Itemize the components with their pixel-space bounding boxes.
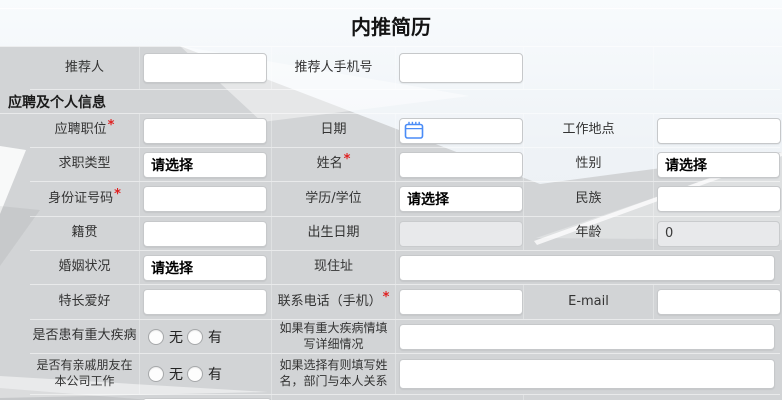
label-disease-detail: 如果有重大疾病情填写详细情况: [272, 320, 396, 353]
radio-disease-yes-label: 有: [208, 327, 222, 347]
label-current-address: 现住址: [272, 251, 396, 284]
referral-form: 推荐人 推荐人手机号: [30, 47, 780, 90]
select-gender[interactable]: 请选择: [657, 152, 780, 178]
radio-relatives-yes[interactable]: [187, 366, 203, 382]
label-id-number: 身份证号码*: [30, 182, 140, 216]
input-ethnicity[interactable]: [657, 186, 781, 212]
input-referrer-phone[interactable]: [399, 53, 523, 83]
input-native-place[interactable]: [143, 221, 267, 247]
row-id-number: 身份证号码* 学历/学位 请选择 民族: [30, 182, 780, 217]
row-cutoff-bottom: 简历附件 上传附件 简历来源 填写日期: [30, 395, 780, 400]
input-position[interactable]: [143, 118, 267, 144]
label-relatives-in-company: 是否有亲戚朋友在本公司工作: [30, 354, 140, 394]
label-relatives-detail: 如果选择有则填写姓名，部门与本人关系: [272, 354, 396, 394]
row-major-disease: 是否患有重大疾病 无 有 如果有重大疾病情填写详细情况: [30, 320, 780, 354]
input-email[interactable]: [657, 289, 781, 315]
input-referrer[interactable]: [143, 53, 267, 83]
required-marker: *: [344, 152, 351, 169]
required-marker: *: [114, 187, 121, 204]
radio-relatives-no-label: 无: [169, 364, 183, 384]
radio-relatives-no[interactable]: [148, 366, 164, 382]
top-strip: [0, 0, 782, 9]
page: 内推简历 推荐人 推荐人手机号 应聘及个人信息 应聘职位* 日期: [0, 0, 782, 400]
input-mobile-phone[interactable]: [399, 289, 523, 315]
select-job-type[interactable]: 请选择: [143, 152, 267, 178]
required-marker: *: [108, 118, 115, 135]
input-id-number[interactable]: [143, 186, 267, 212]
label-age: 年龄: [524, 217, 654, 250]
input-age-disabled: 0: [657, 221, 780, 247]
row-native-place: 籍贯 出生日期 年龄 0: [30, 217, 780, 251]
required-marker: *: [383, 290, 390, 307]
label-work-location: 工作地点: [524, 114, 654, 147]
empty-cell: [524, 47, 654, 89]
input-hobbies[interactable]: [143, 289, 267, 315]
input-current-address[interactable]: [399, 255, 775, 281]
label-job-type: 求职类型: [30, 148, 140, 181]
page-title: 内推简历: [0, 9, 782, 47]
label-referrer-phone: 推荐人手机号: [272, 47, 396, 89]
label-hobbies: 特长爱好: [30, 285, 140, 319]
row-hobbies: 特长爱好 联系电话（手机）* E-mail: [30, 285, 780, 320]
radio-disease-yes[interactable]: [187, 329, 203, 345]
label-native-place: 籍贯: [30, 217, 140, 250]
input-work-location[interactable]: [657, 118, 781, 144]
calendar-icon[interactable]: [404, 121, 424, 140]
row-job-type: 求职类型 请选择 姓名* 性别 请选择: [30, 148, 780, 182]
label-email: E-mail: [524, 285, 654, 319]
input-birth-date-disabled: [399, 221, 523, 247]
label-date: 日期: [272, 114, 396, 147]
empty-cell: [654, 47, 780, 89]
label-education-degree: 学历/学位: [272, 182, 396, 216]
label-name: 姓名*: [272, 148, 396, 181]
label-position: 应聘职位*: [30, 114, 140, 147]
radio-disease-no-label: 无: [169, 327, 183, 347]
label-gender: 性别: [524, 148, 654, 181]
input-disease-detail[interactable]: [399, 324, 775, 350]
row-marital-status: 婚姻状况 请选择 现住址: [30, 251, 780, 285]
row-relatives: 是否有亲戚朋友在本公司工作 无 有 如果选择有则填写姓名，部门与本人关系: [30, 354, 780, 395]
label-marital-status: 婚姻状况: [30, 251, 140, 284]
row-position: 应聘职位* 日期 工: [30, 114, 780, 148]
label-ethnicity: 民族: [524, 182, 654, 216]
label-major-disease: 是否患有重大疾病: [30, 320, 140, 353]
input-name[interactable]: [399, 152, 523, 178]
section-header-personal-info: 应聘及个人信息: [0, 90, 782, 114]
select-marital-status[interactable]: 请选择: [143, 255, 267, 281]
label-referrer: 推荐人: [30, 47, 140, 89]
radio-group-relatives: 无 有: [143, 364, 226, 384]
radio-relatives-yes-label: 有: [208, 364, 222, 384]
input-relatives-detail[interactable]: [399, 359, 775, 389]
label-mobile-phone: 联系电话（手机）*: [272, 285, 396, 319]
row-referrer: 推荐人 推荐人手机号: [30, 47, 780, 90]
select-education-degree[interactable]: 请选择: [399, 186, 523, 212]
radio-group-disease: 无 有: [143, 327, 226, 347]
date-input[interactable]: [399, 118, 523, 144]
radio-disease-no[interactable]: [148, 329, 164, 345]
label-birth-date: 出生日期: [272, 217, 396, 250]
